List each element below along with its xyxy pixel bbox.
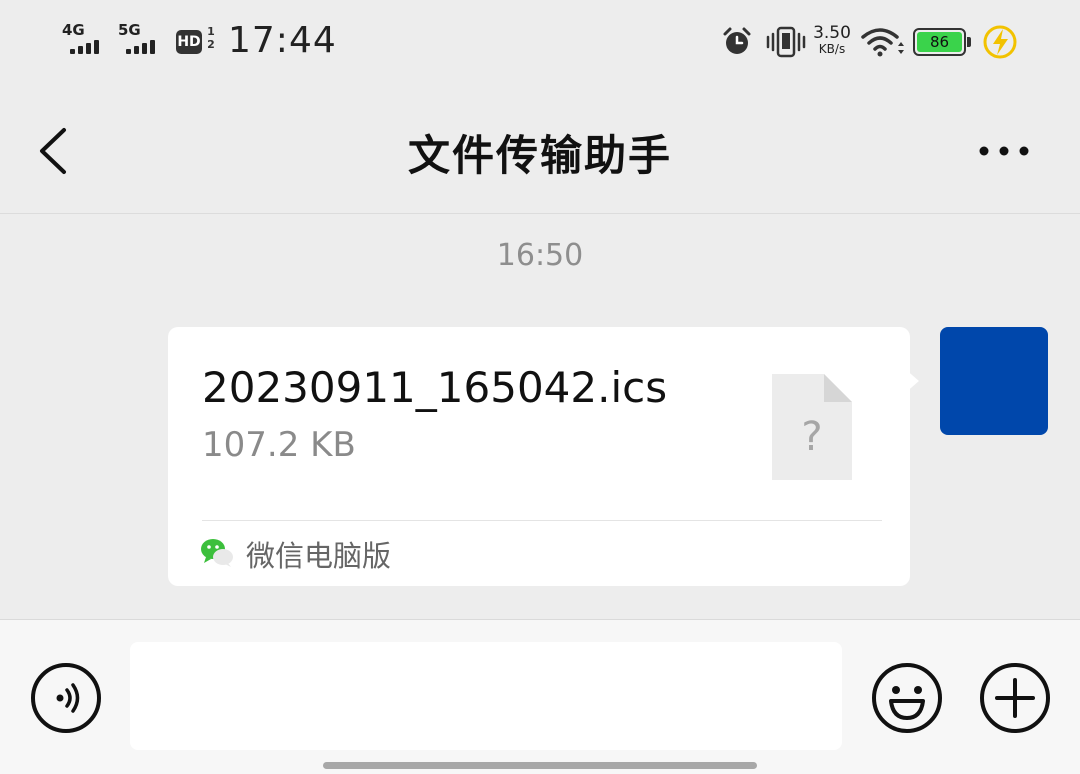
wechat-icon <box>201 539 233 567</box>
battery-level: 86 <box>917 32 962 52</box>
chat-header: 文件传输助手 <box>0 86 1080 214</box>
alarm-icon <box>723 27 751 54</box>
sim1-signal: 4G <box>62 22 106 56</box>
network-speed: 3.50 KB/s <box>812 24 852 56</box>
status-time: 17:44 <box>228 20 337 61</box>
status-bar: 4G 5G HD 1 2 17:44 3.50 KB/s 86 <box>0 0 1080 86</box>
plus-icon[interactable] <box>979 662 1051 734</box>
sim1-network-label: 4G <box>62 21 85 39</box>
unknown-file-icon: ? <box>772 374 852 480</box>
sim2-signal: 5G <box>118 22 162 56</box>
avatar[interactable] <box>940 327 1048 435</box>
input-bar <box>0 619 1080 774</box>
file-message-bubble[interactable]: 20230911_165042.ics 107.2 KB ? 微信电脑版 <box>168 327 910 586</box>
message-timestamp: 16:50 <box>496 238 584 273</box>
message-input[interactable] <box>130 642 842 750</box>
file-size: 107.2 KB <box>202 425 356 465</box>
network-speed-value: 3.50 <box>813 23 851 43</box>
chat-title: 文件传输助手 <box>407 131 672 180</box>
vibrate-icon <box>766 26 806 58</box>
sim2-network-label: 5G <box>118 21 141 39</box>
sim1-signal-bars-icon <box>70 40 99 54</box>
bubble-divider <box>202 520 882 521</box>
file-icon-glyph: ? <box>801 414 822 460</box>
bubble-tail <box>904 368 919 394</box>
charging-icon <box>983 25 1017 59</box>
hd-voice-badge: HD <box>176 30 202 54</box>
hd-sim-index: 1 2 <box>207 25 215 51</box>
battery-indicator: 86 <box>913 28 971 56</box>
voice-icon[interactable] <box>30 662 102 734</box>
more-icon[interactable] <box>972 138 1036 164</box>
emoji-icon[interactable] <box>871 662 943 734</box>
sim2-signal-bars-icon <box>126 40 155 54</box>
message-source-label: 微信电脑版 <box>246 539 392 573</box>
wifi-icon <box>861 28 904 57</box>
file-name: 20230911_165042.ics <box>202 363 668 412</box>
home-indicator[interactable] <box>323 762 757 769</box>
network-speed-unit: KB/s <box>818 42 846 56</box>
